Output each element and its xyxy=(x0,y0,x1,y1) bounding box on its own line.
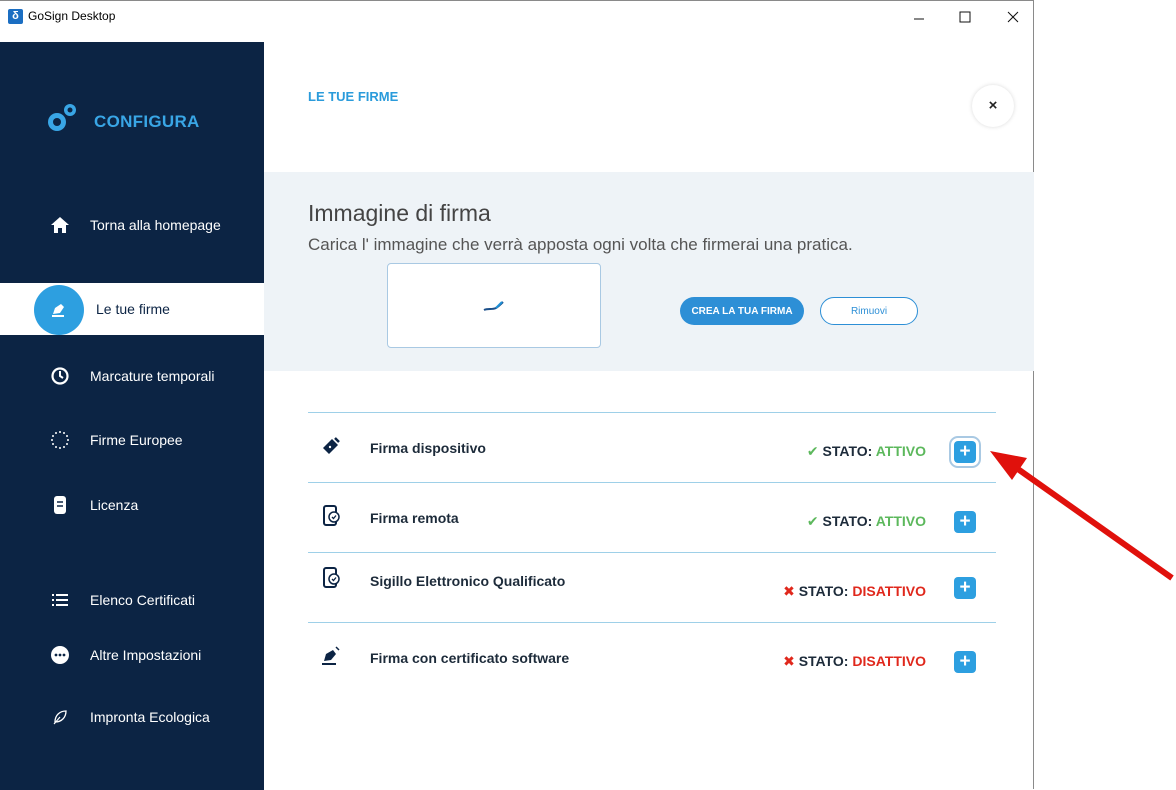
row-label: Sigillo Elettronico Qualificato xyxy=(370,573,566,589)
sidebar-item-label: Le tue firme xyxy=(96,301,170,317)
sidebar-item-label: Elenco Certificati xyxy=(90,592,196,608)
mobile-shield-icon xyxy=(323,505,340,526)
sidebar-item-label: Altre Impostazioni xyxy=(90,647,202,663)
status-prefix: STATO: xyxy=(822,443,873,459)
sidebar: CONFIGURA Torna alla homepage Le tue fir… xyxy=(0,42,270,790)
check-icon: ✔ xyxy=(806,513,819,529)
sidebar-item-le-tue-firme[interactable]: Le tue firme xyxy=(0,283,270,335)
usb-key-icon xyxy=(323,437,340,454)
list-item-firma-software: Firma con certificato software ✖ STATO: … xyxy=(308,622,996,692)
close-settings-button[interactable]: × xyxy=(972,85,1014,127)
sidebar-item-label: Marcature temporali xyxy=(90,368,215,384)
sidebar-header: CONFIGURA xyxy=(94,112,200,131)
status-value: DISATTIVO xyxy=(852,583,926,599)
list-icon xyxy=(52,594,68,606)
sidebar-item-impronta-ecologica[interactable]: Impronta Ecologica xyxy=(0,691,270,743)
check-icon: ✔ xyxy=(806,443,819,459)
sidebar-item-marcature[interactable]: Marcature temporali xyxy=(0,350,270,402)
close-icon: × xyxy=(988,97,998,114)
cross-icon: ✖ xyxy=(783,583,795,599)
add-sigillo-button[interactable]: + xyxy=(954,577,976,599)
sidebar-item-firme-europee[interactable]: Firme Europee xyxy=(0,414,270,466)
close-icon xyxy=(1007,11,1019,23)
status-prefix: STATO: xyxy=(822,513,873,529)
list-item-firma-dispositivo: Firma dispositivo ✔ STATO: ATTIVO + xyxy=(308,412,996,482)
row-label: Firma con certificato software xyxy=(370,650,570,666)
sidebar-item-elenco-certificati[interactable]: Elenco Certificati xyxy=(0,574,270,626)
row-label: Firma dispositivo xyxy=(370,440,486,456)
license-icon xyxy=(54,496,66,514)
status-value: ATTIVO xyxy=(875,443,926,459)
signature-preview[interactable] xyxy=(387,263,601,348)
pen-icon xyxy=(52,304,64,317)
panel-title: Immagine di firma xyxy=(308,200,491,226)
signature-image-panel: Immagine di firma Carica l' immagine che… xyxy=(264,172,1034,371)
row-label: Firma remota xyxy=(370,510,459,526)
app-window: δ GoSign Desktop CONFIGURA Torna alla ho… xyxy=(0,0,1034,790)
close-window-button[interactable] xyxy=(990,5,1036,29)
add-firma-dispositivo-button[interactable]: + xyxy=(949,436,981,468)
status-badge: ✖ STATO: DISATTIVO xyxy=(783,583,926,600)
remove-signature-button[interactable]: Rimuovi xyxy=(820,297,918,325)
signature-types-list: Firma dispositivo ✔ STATO: ATTIVO + Firm… xyxy=(308,412,996,692)
panel-subtitle: Carica l' immagine che verrà apposta ogn… xyxy=(308,235,853,254)
add-firma-remota-button[interactable]: + xyxy=(954,511,976,533)
add-firma-software-button[interactable]: + xyxy=(954,651,976,673)
sidebar-item-label: Impronta Ecologica xyxy=(90,709,210,725)
mobile-shield-icon xyxy=(323,567,340,588)
status-value: DISATTIVO xyxy=(852,653,926,669)
status-badge: ✔ STATO: ATTIVO xyxy=(807,513,926,530)
status-badge: ✔ STATO: ATTIVO xyxy=(807,443,926,460)
title-bar: δ GoSign Desktop xyxy=(0,1,1033,32)
app-logo-icon: δ xyxy=(8,9,23,24)
clock-icon xyxy=(51,367,69,385)
list-item-firma-remota: Firma remota ✔ STATO: ATTIVO + xyxy=(308,482,996,552)
sidebar-item-label: Firme Europee xyxy=(90,432,183,448)
sidebar-item-homepage[interactable]: Torna alla homepage xyxy=(0,199,270,251)
minimize-icon xyxy=(914,18,924,20)
window-title: GoSign Desktop xyxy=(28,9,116,23)
section-title: LE TUE FIRME xyxy=(308,89,399,104)
more-icon xyxy=(51,646,69,664)
leaf-icon xyxy=(53,710,67,725)
status-prefix: STATO: xyxy=(798,583,849,599)
list-item-sigillo-elettronico: Sigillo Elettronico Qualificato ✖ STATO:… xyxy=(308,552,996,622)
cross-icon: ✖ xyxy=(783,653,795,669)
status-badge: ✖ STATO: DISATTIVO xyxy=(783,653,926,670)
maximize-button[interactable] xyxy=(942,5,988,29)
sidebar-item-label: Licenza xyxy=(90,497,139,513)
maximize-icon xyxy=(959,11,971,23)
minimize-button[interactable] xyxy=(896,5,942,29)
sidebar-item-licenza[interactable]: Licenza xyxy=(0,479,270,531)
status-value: ATTIVO xyxy=(875,513,926,529)
sidebar-item-altre-impostazioni[interactable]: Altre Impostazioni xyxy=(0,629,270,681)
pen-icon xyxy=(322,646,340,665)
status-prefix: STATO: xyxy=(798,653,849,669)
signature-scribble-icon xyxy=(483,301,504,311)
create-signature-button[interactable]: CREA LA TUA FIRMA xyxy=(680,297,804,325)
gears-icon xyxy=(48,104,76,131)
sidebar-item-label: Torna alla homepage xyxy=(90,217,221,233)
eu-stars-icon xyxy=(51,431,69,449)
home-icon xyxy=(51,217,69,233)
